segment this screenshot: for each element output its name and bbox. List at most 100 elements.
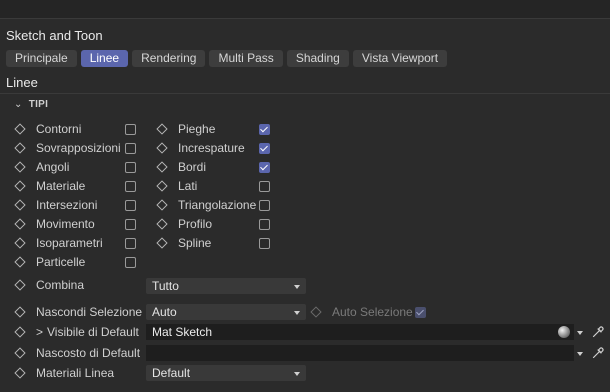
checkbox-sovrapposizioni[interactable] [125, 143, 136, 154]
nascosto-default-label: Nascosto di Default [36, 346, 141, 360]
line-type-row: Materiale [14, 178, 85, 194]
checkbox-lati[interactable] [259, 181, 270, 192]
section-divider [0, 93, 610, 94]
line-type-label: Pieghe [178, 122, 216, 136]
keyframe-diamond-icon[interactable] [14, 279, 26, 291]
line-type-label: Triangolazione [178, 198, 257, 212]
checkbox-particelle[interactable] [125, 257, 136, 268]
checkbox-movimento[interactable] [125, 219, 136, 230]
checkbox-contorni[interactable] [125, 124, 136, 135]
combina-row: Combina [14, 277, 84, 293]
checkbox-auto-selezione [415, 307, 426, 318]
line-type-label: Movimento [36, 217, 95, 231]
group-header-tipi[interactable]: ⌄ TIPI [14, 99, 48, 110]
line-type-row: Increspature [156, 140, 245, 156]
keyframe-diamond-icon[interactable] [156, 199, 168, 211]
keyframe-diamond-icon[interactable] [14, 123, 26, 135]
checkbox-bordi[interactable] [259, 162, 270, 173]
keyframe-diamond-icon[interactable] [14, 161, 26, 173]
line-type-row: Profilo [156, 216, 212, 232]
keyframe-diamond-icon[interactable] [14, 218, 26, 230]
tab-bar: Principale Linee Rendering Multi Pass Sh… [6, 50, 448, 67]
line-type-row: Isoparametri [14, 235, 103, 251]
checkbox-pieghe[interactable] [259, 124, 270, 135]
auto-selezione-label: Auto Selezione [332, 305, 413, 319]
line-type-row: Lati [156, 178, 197, 194]
line-type-row: Contorni [14, 121, 81, 137]
expand-arrow-icon[interactable]: > [36, 325, 43, 339]
line-type-row: Sovrapposizioni [14, 140, 121, 156]
keyframe-diamond-icon[interactable] [14, 326, 26, 338]
line-type-label: Increspature [178, 141, 245, 155]
line-type-label: Lati [178, 179, 198, 193]
tab-multi-pass[interactable]: Multi Pass [209, 50, 283, 67]
visibile-default-value: Mat Sketch [152, 325, 213, 339]
checkbox-isoparametri[interactable] [125, 238, 136, 249]
line-type-label: Particelle [36, 255, 86, 269]
line-type-label: Isoparametri [36, 236, 103, 250]
group-title: TIPI [28, 99, 49, 110]
line-type-row: Spline [156, 235, 211, 251]
keyframe-diamond-icon[interactable] [14, 347, 26, 359]
keyframe-diamond-icon[interactable] [14, 237, 26, 249]
visibile-default-row: > Visibile di Default [14, 324, 139, 340]
combina-value: Tutto [152, 279, 179, 293]
tab-rendering[interactable]: Rendering [132, 50, 206, 67]
keyframe-diamond-icon[interactable] [156, 123, 168, 135]
visibile-default-link-field[interactable]: Mat Sketch [146, 324, 574, 340]
combina-dropdown[interactable]: Tutto [146, 278, 306, 294]
eyedropper-icon[interactable] [592, 325, 605, 338]
combina-label: Combina [36, 278, 85, 292]
checkbox-materiale[interactable] [125, 181, 136, 192]
chevron-down-icon [294, 285, 300, 289]
keyframe-diamond-icon[interactable] [14, 199, 26, 211]
keyframe-diamond-icon[interactable] [14, 367, 26, 379]
chevron-down-icon[interactable] [577, 331, 583, 335]
panel-title: Sketch and Toon [6, 28, 103, 43]
section-title: Linee [6, 75, 38, 90]
keyframe-diamond-icon[interactable] [14, 256, 26, 268]
keyframe-diamond-icon[interactable] [156, 161, 168, 173]
materiali-linea-dropdown[interactable]: Default [146, 365, 306, 381]
line-type-label: Angoli [36, 160, 70, 174]
nascondi-selezione-dropdown[interactable]: Auto [146, 304, 306, 320]
chevron-down-icon: ⌄ [14, 99, 23, 110]
checkbox-angoli[interactable] [125, 162, 136, 173]
nascondi-selezione-label: Nascondi Selezione [36, 305, 143, 319]
line-type-row: Particelle [14, 254, 85, 270]
line-type-row: Intersezioni [14, 197, 97, 213]
line-type-row: Triangolazione [156, 197, 256, 213]
line-type-label: Materiale [36, 179, 86, 193]
eyedropper-icon[interactable] [592, 346, 605, 359]
chevron-down-icon[interactable] [577, 352, 583, 356]
chevron-down-icon [294, 311, 300, 315]
materiali-linea-label: Materiali Linea [36, 366, 115, 380]
checkbox-profilo[interactable] [259, 219, 270, 230]
keyframe-diamond-icon[interactable] [156, 142, 168, 154]
keyframe-diamond-icon[interactable] [156, 180, 168, 192]
keyframe-diamond-icon[interactable] [14, 306, 26, 318]
keyframe-diamond-icon[interactable] [156, 237, 168, 249]
materiali-linea-value: Default [152, 366, 191, 380]
checkbox-triangolazione[interactable] [259, 200, 270, 211]
tab-principale[interactable]: Principale [6, 50, 77, 67]
auto-selezione-row: Auto Selezione [310, 304, 413, 320]
keyframe-diamond-icon [310, 306, 322, 318]
checkbox-intersezioni[interactable] [125, 200, 136, 211]
visibile-default-label: Visibile di Default [47, 325, 139, 339]
line-type-label: Bordi [178, 160, 207, 174]
keyframe-diamond-icon[interactable] [156, 218, 168, 230]
tab-vista-viewport[interactable]: Vista Viewport [352, 50, 448, 67]
line-type-label: Intersezioni [36, 198, 98, 212]
line-type-label: Profilo [178, 217, 213, 231]
keyframe-diamond-icon[interactable] [14, 142, 26, 154]
line-type-row: Angoli [14, 159, 69, 175]
nascosto-default-link-field[interactable] [146, 345, 574, 361]
checkbox-spline[interactable] [259, 238, 270, 249]
nascondi-selezione-row: Nascondi Selezione [14, 304, 142, 320]
material-preview-icon [558, 326, 570, 338]
tab-linee[interactable]: Linee [80, 50, 129, 67]
checkbox-increspature[interactable] [259, 143, 270, 154]
tab-shading[interactable]: Shading [286, 50, 349, 67]
keyframe-diamond-icon[interactable] [14, 180, 26, 192]
